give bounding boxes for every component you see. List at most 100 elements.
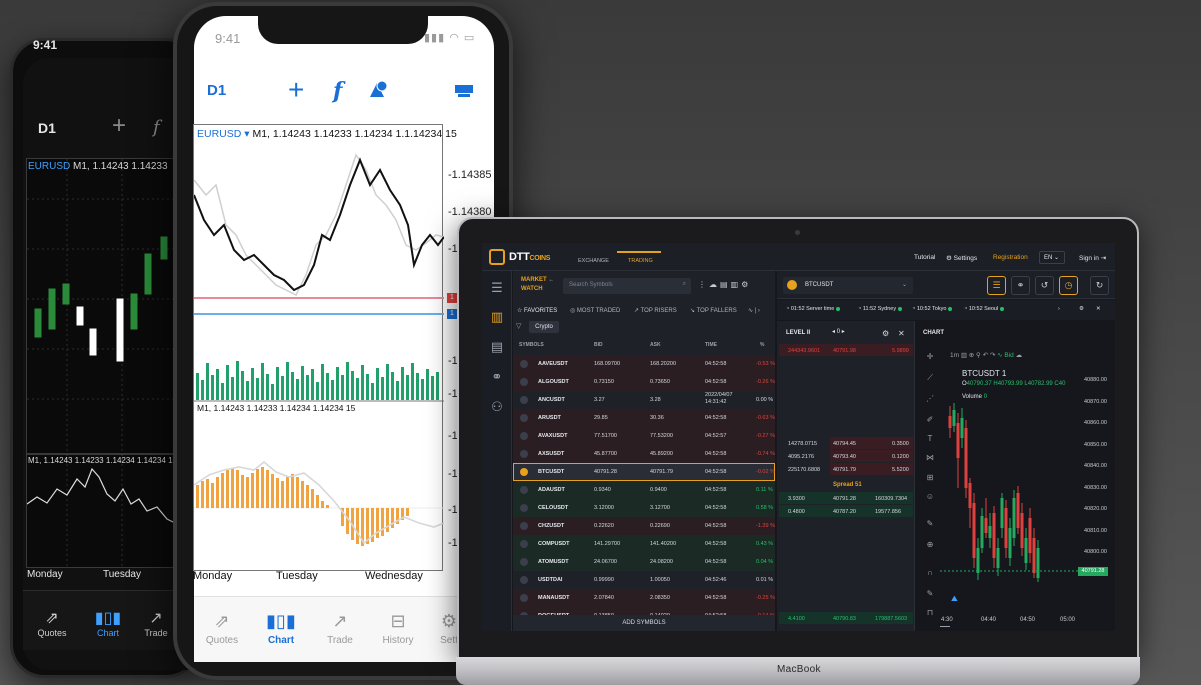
objects-icon[interactable] [368,79,390,104]
back-tab-trade[interactable]: ↗ Trade [136,608,176,638]
candlestick-chart[interactable] [940,398,1080,598]
back-chart-area[interactable] [26,158,177,569]
grid-icon[interactable]: ▥ [731,280,742,289]
tab-trading[interactable]: TRADING [628,258,653,264]
more-icon[interactable]: ⋮ [698,280,709,289]
back-tab-chart[interactable]: ▮▯▮ Chart [80,608,136,638]
go-to-realtime-icon[interactable]: ⛰ [951,594,958,604]
tab-exchange[interactable]: EXCHANGE [578,258,609,264]
ruler-icon[interactable]: ⊞ [923,473,937,482]
crosshair-icon[interactable]: ✛ [923,352,937,361]
chart-icon: ▮▯▮ [94,610,122,627]
back-crosshair-icon[interactable]: + [112,112,126,140]
column-header[interactable]: TIME [705,342,717,348]
x-tick-label: 05:00 [1060,617,1076,623]
search-icon: ⌕ [682,281,686,287]
column-header[interactable]: SYMBOLS [519,342,544,348]
close-icon[interactable]: ✕ [898,329,905,338]
pattern-icon[interactable]: ⋈ [923,453,937,462]
level2-cell: 0.3500 [892,441,909,447]
pencil-icon[interactable]: ✎ [923,519,937,528]
ask-value: 45.89200 [650,451,673,457]
chart-timeframe[interactable]: 1m [950,352,959,359]
brush-icon[interactable]: ✐ [923,415,937,424]
emoji-icon[interactable]: ☺ [923,492,937,501]
list-icon[interactable]: ▤ [720,280,731,289]
close-icon[interactable]: ✕ [1096,306,1101,312]
trendline-icon[interactable]: ⟋ [923,373,937,383]
indicators-icon[interactable]: f [333,78,342,104]
symbol-name: ADAUSDT [538,487,565,493]
zoom-icon[interactable]: ⊕ [923,540,937,549]
market-icon[interactable]: ▥ [489,309,505,325]
logo[interactable]: DTTCOINS [509,251,550,263]
symbol-name: CELOUSDT [538,505,569,511]
column-header[interactable]: BID [594,342,603,348]
level2-stepper[interactable]: ◂ 0 ▸ [832,328,845,335]
windows-icon[interactable] [454,84,474,103]
registration-link[interactable]: Registration [993,254,1028,261]
column-header[interactable]: ASK [650,342,661,348]
text-icon[interactable]: T [923,434,937,443]
fib-icon[interactable]: ⋰ [923,394,937,403]
cloud-icon[interactable]: ☁ [709,280,720,289]
tab-quotes[interactable]: ⇗ Quotes [192,611,252,646]
back-phone-time: 9:41 [33,38,58,52]
filter-most-traded[interactable]: ◎ MOST TRADED [570,307,620,314]
menu-icon[interactable]: ☰ [489,280,505,296]
history-button[interactable]: ↺ [1035,276,1054,295]
change-value: 0.04 % [756,559,774,565]
timeframe-button[interactable]: D1 [207,82,226,99]
level2-cell: 244343.9601 [788,348,821,354]
crypto-chip[interactable]: Crypto [529,321,559,333]
layout-list-button[interactable]: ☰ [987,276,1006,295]
column-header[interactable]: % [760,342,764,348]
clock-next-arrow[interactable]: › [1058,306,1060,312]
time-value: 04:52:57 [705,433,727,439]
filter-top-risers[interactable]: ↗ TOP RISERS [634,307,677,314]
logo-icon[interactable] [489,249,505,265]
back-indicators-icon[interactable]: f [153,117,160,138]
symbol-name: AXSUSDT [538,451,565,457]
bid-value: 2.07840 [594,595,614,601]
lock-drawing-icon[interactable]: ✎ [923,589,937,598]
lock-icon[interactable]: ⊓ [923,608,937,617]
tab-trade[interactable]: ↗ Trade [310,611,370,646]
crosshair-icon[interactable]: + [288,74,304,106]
time-value: 04:52:58 [705,523,727,529]
tab-history[interactable]: ⊟ History [368,611,428,646]
filter-icon[interactable]: ▽ [516,322,521,330]
magnet-icon[interactable]: ∩ [923,568,937,577]
gear-icon[interactable]: ⚙ [882,329,889,338]
symbol-select[interactable] [783,277,913,294]
language-select[interactable]: EN ⌄ [1039,251,1065,264]
add-symbols-button[interactable]: ADD SYMBOLS [513,615,775,631]
front-chart-symbol[interactable]: EURUSD [197,128,241,140]
chart-bid-toggle[interactable]: ∿ Bid [997,352,1014,359]
sign-in-link[interactable]: Sign in ⇥ [1079,254,1106,262]
search-input[interactable]: Search Symbols ⌕ [563,278,691,294]
gear-icon[interactable]: ⚙ [1079,306,1084,312]
account-icon[interactable]: ⚇ [489,399,505,415]
filter-scroll-arrows[interactable]: ∿ | › [748,307,760,314]
arrow-left-icon[interactable]: ← [548,277,554,283]
tab-chart[interactable]: ▮▯▮ Chart [251,611,311,646]
network-icon[interactable]: ⚭ [489,369,505,385]
timer-button[interactable]: ◷ [1059,276,1078,295]
time-value: 04:52:58 [705,595,727,601]
filter-top-fallers[interactable]: ↘ TOP FALLERS [690,307,737,314]
y-tick-label: 40820.00 [1084,506,1107,512]
refresh-button[interactable]: ↻ [1090,276,1109,295]
settings-link[interactable]: ⚙ Settings [946,254,977,262]
bid-value: 168.09700 [594,361,620,367]
resize-handle[interactable] [940,626,950,627]
orders-icon[interactable]: ▤ [489,339,505,355]
bid-value: 24.06700 [594,559,617,565]
link-button[interactable]: ⚭ [1011,276,1030,295]
front-chart-area[interactable] [193,124,444,571]
back-tab-quotes[interactable]: ⇗ Quotes [24,608,80,638]
back-timeframe-button[interactable]: D1 [38,120,56,136]
gear-icon[interactable]: ⚙ [741,280,751,289]
tutorial-link[interactable]: Tutorial [914,254,935,261]
filter-favorites[interactable]: ☆ FAVORITES [517,307,557,314]
